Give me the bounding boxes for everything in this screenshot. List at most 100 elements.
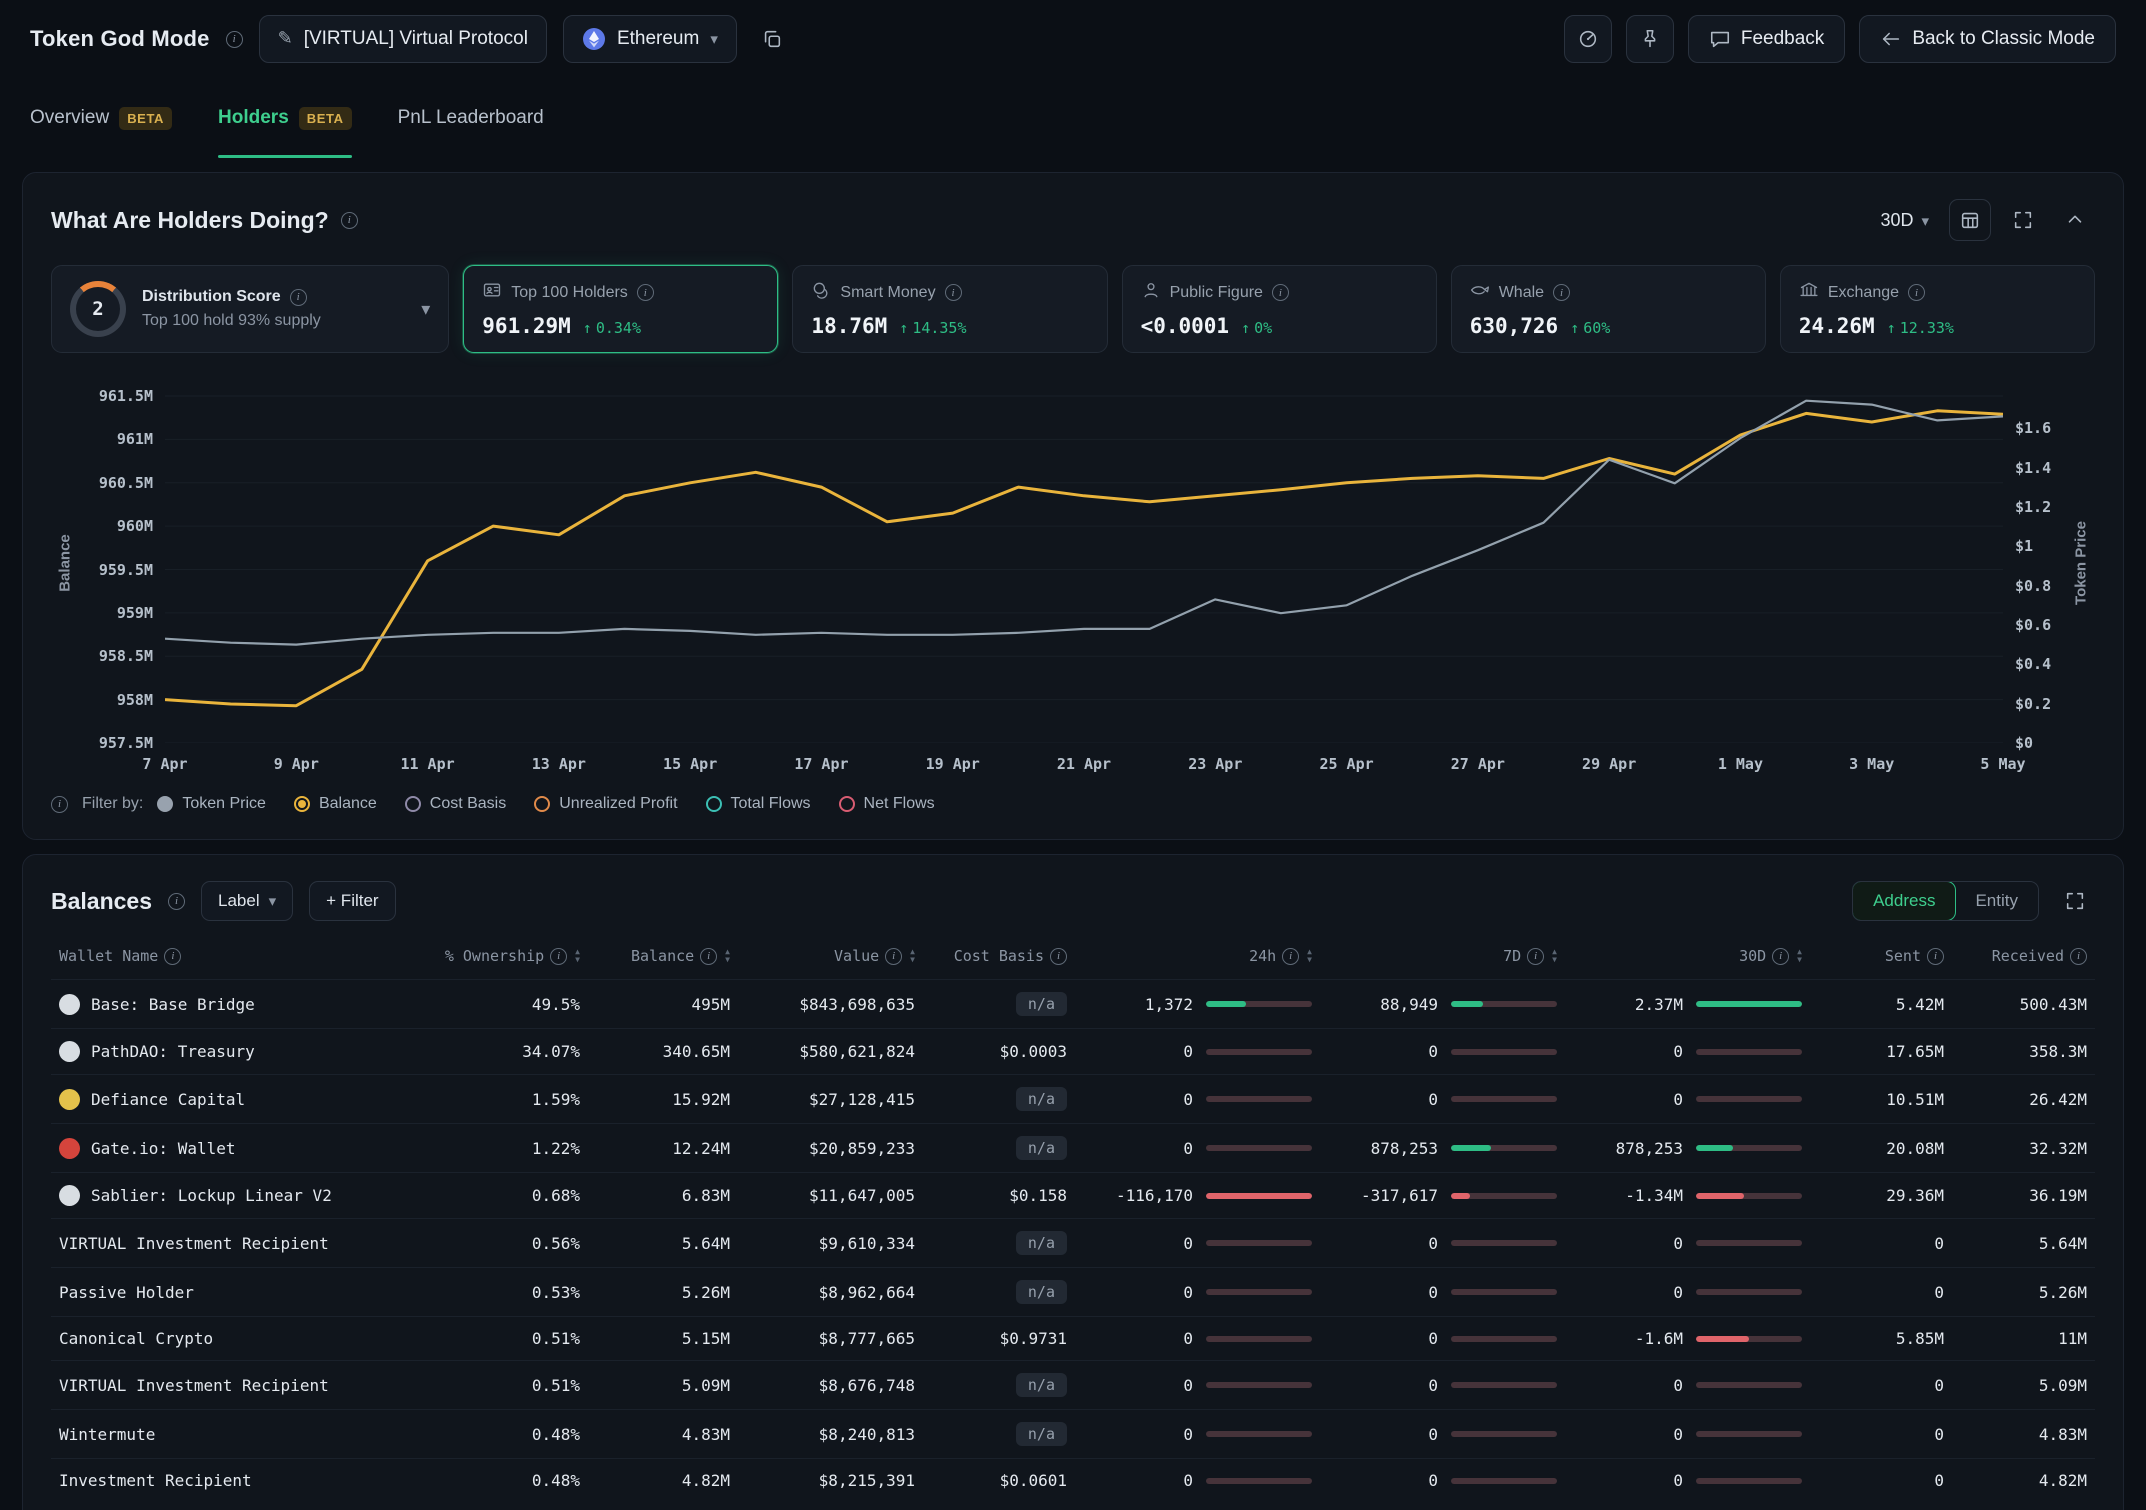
left-axis-title: Balance <box>51 383 79 743</box>
value-cell: $843,698,635 <box>730 995 915 1014</box>
info-icon <box>945 284 962 301</box>
up-arrow-icon <box>1887 319 1896 337</box>
chain-selector[interactable]: Ethereum <box>563 15 737 63</box>
tab-label: PnL Leaderboard <box>398 107 544 129</box>
info-icon[interactable] <box>226 31 243 48</box>
filter-option-label: Cost Basis <box>430 795 506 813</box>
table-row[interactable]: Base: Base Bridge 49.5% 495M $843,698,63… <box>51 979 2095 1028</box>
filter-option[interactable]: Net Flows <box>839 795 935 813</box>
column-header[interactable]: Sent <box>1802 947 1944 965</box>
tab[interactable]: PnL Leaderboard <box>398 78 544 158</box>
tab[interactable]: Overview BETA <box>30 78 172 158</box>
column-header[interactable]: Cost Basis <box>915 947 1067 965</box>
na-badge: n/a <box>1016 1422 1067 1446</box>
info-icon <box>700 948 717 965</box>
toggle-entity[interactable]: Entity <box>1955 882 2038 920</box>
value-cell: $9,610,334 <box>730 1234 915 1253</box>
toggle-address[interactable]: Address <box>1852 881 1956 921</box>
table-row[interactable]: Canonical Crypto 0.51% 5.15M $8,777,665 … <box>51 1316 2095 1360</box>
column-header[interactable]: 30D <box>1557 947 1802 965</box>
column-header[interactable]: Received <box>1944 947 2087 965</box>
table-row[interactable]: PathDAO: Treasury 34.07% 340.65M $580,62… <box>51 1028 2095 1074</box>
tab[interactable]: Holders BETA <box>218 78 352 158</box>
right-axis-title: Token Price <box>2067 383 2095 743</box>
x-axis-tick: 5 May <box>1980 755 2025 773</box>
filter-option[interactable]: Balance <box>294 795 377 813</box>
stat-tile[interactable]: Top 100 Holders 961.29M 0.34% <box>463 265 778 353</box>
axis-tick: 957.5M <box>99 734 153 752</box>
table-row[interactable]: VIRTUAL Investment Recipient 0.51% 5.09M… <box>51 1360 2095 1409</box>
na-badge: n/a <box>1016 1136 1067 1160</box>
balance-cell: 495M <box>580 995 730 1014</box>
axis-tick: 960.5M <box>99 474 153 492</box>
column-header[interactable]: 24h <box>1067 947 1312 965</box>
flow-7d-cell: 878,253 <box>1312 1139 1557 1158</box>
flow-24h-cell: 0 <box>1067 1283 1312 1302</box>
add-filter-button[interactable]: + Filter <box>309 881 395 921</box>
column-label: Wallet Name <box>59 947 158 965</box>
table-row[interactable]: Investment Recipient 0.48% 4.82M $8,215,… <box>51 1458 2095 1502</box>
flow-7d-cell: 0 <box>1312 1376 1557 1395</box>
table-body: Base: Base Bridge 49.5% 495M $843,698,63… <box>51 979 2095 1502</box>
table-row[interactable]: Defiance Capital 1.59% 15.92M $27,128,41… <box>51 1074 2095 1123</box>
column-header[interactable]: Wallet Name <box>59 947 415 965</box>
label-dropdown-text: Label <box>218 891 260 911</box>
info-icon <box>2070 948 2087 965</box>
x-axis-tick: 19 Apr <box>926 755 980 773</box>
distribution-score-tile[interactable]: 2 Distribution Score Top 100 hold 93% su… <box>51 265 449 353</box>
column-header[interactable]: % Ownership <box>415 947 580 965</box>
stat-tile[interactable]: Exchange 24.26M 12.33% <box>1780 265 2095 353</box>
flow-30d-cell: 0 <box>1557 1376 1802 1395</box>
filter-option[interactable]: Total Flows <box>706 795 811 813</box>
axis-tick: $1.4 <box>2015 459 2051 477</box>
distribution-score-label: Distribution Score <box>142 288 281 306</box>
filter-option[interactable]: Unrealized Profit <box>534 795 677 813</box>
received-cell: 358.3M <box>1944 1042 2087 1061</box>
copy-button[interactable] <box>753 20 791 58</box>
info-icon[interactable] <box>341 212 358 229</box>
whale-icon <box>1470 280 1490 305</box>
token-selector[interactable]: [VIRTUAL] Virtual Protocol <box>259 15 547 63</box>
sent-cell: 5.85M <box>1802 1329 1944 1348</box>
fullscreen-button[interactable] <box>2055 881 2095 921</box>
collapse-button[interactable] <box>2055 200 2095 240</box>
column-header[interactable]: Balance <box>580 947 730 965</box>
table-row[interactable]: Sablier: Lockup Linear V2 0.68% 6.83M $1… <box>51 1172 2095 1218</box>
table-row[interactable]: Passive Holder 0.53% 5.26M $8,962,664 n/… <box>51 1267 2095 1316</box>
table-row[interactable]: Gate.io: Wallet 1.22% 12.24M $20,859,233… <box>51 1123 2095 1172</box>
flow-7d-cell: 0 <box>1312 1283 1557 1302</box>
table-row[interactable]: VIRTUAL Investment Recipient 0.56% 5.64M… <box>51 1218 2095 1267</box>
back-to-classic-button[interactable]: Back to Classic Mode <box>1859 15 2116 63</box>
stat-label: Exchange <box>1828 284 1899 302</box>
wallet-name: Investment Recipient <box>59 1471 252 1490</box>
na-badge: n/a <box>1016 1231 1067 1255</box>
stat-tile[interactable]: Whale 630,726 60% <box>1451 265 1766 353</box>
tab-label: Overview <box>30 107 109 129</box>
stat-tiles: 2 Distribution Score Top 100 hold 93% su… <box>51 265 2095 353</box>
received-cell: 36.19M <box>1944 1186 2087 1205</box>
stat-tile[interactable]: Smart Money 18.76M 14.35% <box>792 265 1107 353</box>
table-row[interactable]: Wintermute 0.48% 4.83M $8,240,813 n/a 0 … <box>51 1409 2095 1458</box>
table-view-button[interactable] <box>1949 199 1991 241</box>
column-header[interactable]: Value <box>730 947 915 965</box>
info-icon[interactable] <box>168 893 185 910</box>
filter-option[interactable]: Cost Basis <box>405 795 506 813</box>
ownership-cell: 0.53% <box>415 1283 580 1302</box>
broadcast-button[interactable] <box>1564 15 1612 63</box>
fullscreen-button[interactable] <box>2003 200 2043 240</box>
feedback-button[interactable]: Feedback <box>1688 15 1845 63</box>
flow-bar <box>1696 1289 1802 1295</box>
sablier-logo <box>59 1185 80 1206</box>
column-header[interactable]: 7D <box>1312 947 1557 965</box>
info-icon <box>51 796 68 813</box>
label-dropdown[interactable]: Label <box>201 881 293 921</box>
filter-option[interactable]: Token Price <box>157 795 266 813</box>
stat-tile[interactable]: Public Figure <0.0001 0% <box>1122 265 1437 353</box>
top-bar: Token God Mode [VIRTUAL] Virtual Protoco… <box>0 0 2146 78</box>
range-dropdown[interactable]: 30D <box>1872 204 1937 237</box>
chart-plot[interactable] <box>165 383 2003 743</box>
pin-button[interactable] <box>1626 15 1674 63</box>
flow-bar <box>1451 1145 1557 1151</box>
flow-bar <box>1206 1001 1312 1007</box>
x-axis-tick: 29 Apr <box>1582 755 1636 773</box>
